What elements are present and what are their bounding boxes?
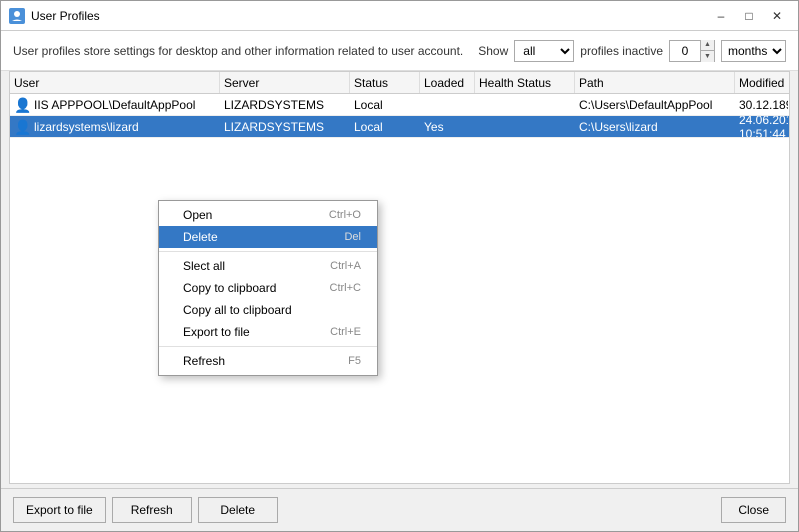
table-row[interactable]: 👤 lizardsystems\lizard LIZARDSYSTEMS Loc… xyxy=(10,116,789,138)
ctx-export[interactable]: Export to file Ctrl+E xyxy=(159,321,377,343)
inactive-value-input[interactable] xyxy=(670,41,700,61)
col-header-status: Status xyxy=(350,72,420,93)
spin-up-button[interactable]: ▲ xyxy=(700,40,714,51)
ctx-delete[interactable]: Delete Del xyxy=(159,226,377,248)
show-label: Show xyxy=(478,44,508,58)
window-title: User Profiles xyxy=(31,9,100,23)
col-header-path: Path xyxy=(575,72,735,93)
export-to-file-button[interactable]: Export to file xyxy=(13,497,106,523)
user-icon: 👤 xyxy=(14,119,30,135)
description-bar: User profiles store settings for desktop… xyxy=(1,31,798,71)
ctx-divider-2 xyxy=(159,346,377,347)
cell-loaded-2: Yes xyxy=(420,116,475,137)
cell-status-1: Local xyxy=(350,94,420,115)
cell-path-1: C:\Users\DefaultAppPool xyxy=(575,94,735,115)
ctx-copy[interactable]: Copy to clipboard Ctrl+C xyxy=(159,277,377,299)
cell-server-1: LIZARDSYSTEMS xyxy=(220,94,350,115)
table-area: User Server Status Loaded Health Status … xyxy=(9,71,790,484)
main-window: User Profiles – □ ✕ User profiles store … xyxy=(0,0,799,532)
cell-health-2 xyxy=(475,116,575,137)
col-header-loaded: Loaded xyxy=(420,72,475,93)
ctx-select-all[interactable]: Slect all Ctrl+A xyxy=(159,255,377,277)
months-select[interactable]: months xyxy=(721,40,786,62)
delete-button[interactable]: Delete xyxy=(198,497,278,523)
cell-health-1 xyxy=(475,94,575,115)
close-button[interactable]: Close xyxy=(721,497,786,523)
context-menu: Open Ctrl+O Delete Del Slect all Ctrl+A … xyxy=(158,200,378,376)
spin-buttons: ▲ ▼ xyxy=(700,40,714,62)
bottom-bar: Export to file Refresh Delete Close xyxy=(1,488,798,531)
title-bar-controls: – □ ✕ xyxy=(708,5,790,27)
cell-loaded-1 xyxy=(420,94,475,115)
col-header-modified: Modified xyxy=(735,72,789,93)
cell-server-2: LIZARDSYSTEMS xyxy=(220,116,350,137)
cell-status-2: Local xyxy=(350,116,420,137)
show-controls: Show all profiles inactive ▲ ▼ months xyxy=(478,40,786,62)
table-row[interactable]: 👤 IIS APPPOOL\DefaultAppPool LIZARDSYSTE… xyxy=(10,94,789,116)
bottom-left-buttons: Export to file Refresh Delete xyxy=(13,497,278,523)
ctx-open[interactable]: Open Ctrl+O xyxy=(159,204,377,226)
refresh-button[interactable]: Refresh xyxy=(112,497,192,523)
cell-user-1: 👤 IIS APPPOOL\DefaultAppPool xyxy=(10,94,220,115)
table-header: User Server Status Loaded Health Status … xyxy=(10,72,789,94)
cell-modified-1: 30.12.1899 xyxy=(735,94,789,115)
cell-path-2: C:\Users\lizard xyxy=(575,116,735,137)
cell-modified-2: 24.06.2018 10:51:44 xyxy=(735,116,789,137)
title-bar-left: User Profiles xyxy=(9,8,100,24)
col-header-health: Health Status xyxy=(475,72,575,93)
user-icon: 👤 xyxy=(14,97,30,113)
description-text: User profiles store settings for desktop… xyxy=(13,44,463,58)
col-header-server: Server xyxy=(220,72,350,93)
window-close-button[interactable]: ✕ xyxy=(764,5,790,27)
title-bar: User Profiles – □ ✕ xyxy=(1,1,798,31)
minimize-button[interactable]: – xyxy=(708,5,734,27)
inactive-number-input: ▲ ▼ xyxy=(669,40,715,62)
spin-down-button[interactable]: ▼ xyxy=(700,51,714,62)
app-icon xyxy=(9,8,25,24)
show-select[interactable]: all xyxy=(514,40,574,62)
maximize-button[interactable]: □ xyxy=(736,5,762,27)
ctx-divider-1 xyxy=(159,251,377,252)
col-header-user: User xyxy=(10,72,220,93)
ctx-copy-all[interactable]: Copy all to clipboard xyxy=(159,299,377,321)
profiles-inactive-label: profiles inactive xyxy=(580,44,663,58)
ctx-refresh[interactable]: Refresh F5 xyxy=(159,350,377,372)
cell-user-2: 👤 lizardsystems\lizard xyxy=(10,116,220,137)
